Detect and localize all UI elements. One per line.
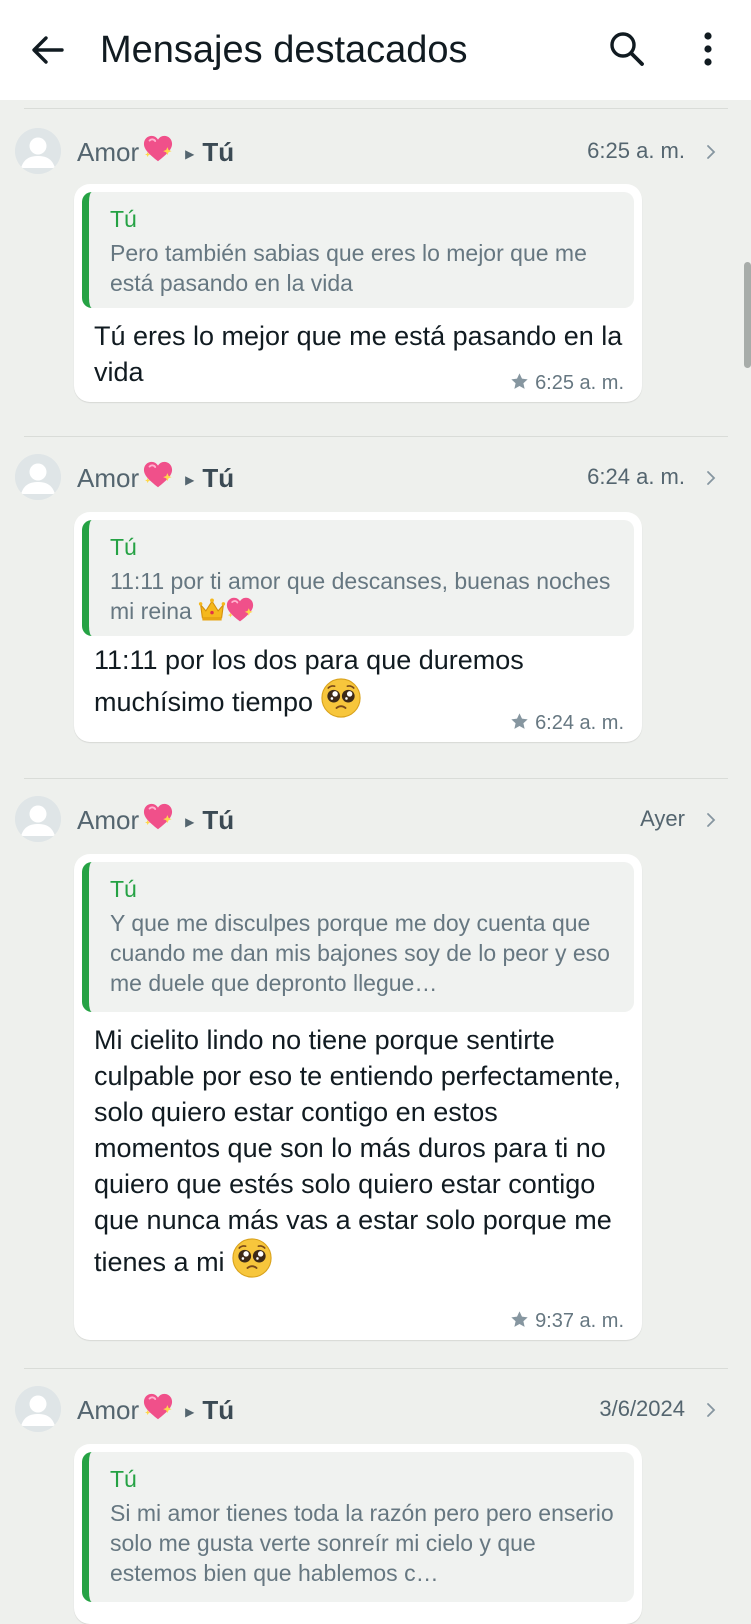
more-vertical-icon xyxy=(704,32,712,66)
quoted-message[interactable]: Tú 11:11 por ti amor que descanses, buen… xyxy=(82,520,634,636)
message-bubble[interactable]: Tú 11:11 por ti amor que descanses, buen… xyxy=(74,512,642,742)
starred-message-item[interactable]: Amor ▶ Tú 6:25 a. m. Tú Pero también sabia… xyxy=(0,108,751,428)
arrow-left-icon xyxy=(32,36,64,64)
message-text: Mi cielito lindo no tiene porque sentirt… xyxy=(94,1025,621,1277)
quote-author: Tú xyxy=(110,534,137,560)
quoted-message[interactable]: Tú Si mi amor tienes toda la razón pero … xyxy=(82,1452,634,1602)
quote-text: Y que me disculpes porque me doy cuenta … xyxy=(110,910,610,996)
recipient-name: Tú xyxy=(202,463,235,493)
chat-header: Amor ▶ Tú xyxy=(77,134,234,171)
starred-message-item[interactable]: Amor ▶ Tú Ayer Tú Y que me disculpes porqu… xyxy=(0,776,751,1366)
star-icon xyxy=(510,1310,529,1329)
message-bubble[interactable]: Tú Pero también sabias que eres lo mejor… xyxy=(74,184,642,402)
avatar[interactable] xyxy=(15,796,61,842)
message-time: 6:24 a. m. xyxy=(535,712,624,734)
pleading-face-icon xyxy=(232,1238,272,1278)
app-bar: Mensajes destacados xyxy=(0,0,751,100)
sparkling-heart-icon xyxy=(143,1392,173,1422)
sender-name: Amor xyxy=(77,805,140,835)
play-arrow-icon: ▶ xyxy=(185,147,195,161)
message-date: 3/6/2024 xyxy=(599,1396,685,1421)
message-meta: 6:25 a. m. xyxy=(510,370,624,396)
search-button[interactable] xyxy=(604,26,650,72)
message-meta: 9:37 a. m. xyxy=(510,1308,624,1334)
chevron-right-icon[interactable] xyxy=(705,812,717,828)
sender-name: Amor xyxy=(77,137,140,167)
starred-message-item[interactable]: Amor ▶ Tú 3/6/2024 Tú Si mi amor tienes to… xyxy=(0,1366,751,1624)
message-date: Ayer xyxy=(640,806,685,831)
quote-text: Si mi amor tienes toda la razón pero per… xyxy=(110,1500,614,1586)
quote-text: 11:11 por ti amor que descanses, buenas … xyxy=(110,568,611,624)
sparkling-heart-icon xyxy=(143,134,173,164)
pleading-face-icon xyxy=(321,678,361,718)
sparkling-heart-icon xyxy=(226,596,254,624)
chat-header: Amor ▶ Tú xyxy=(77,1392,234,1429)
quoted-message[interactable]: Tú Pero también sabias que eres lo mejor… xyxy=(82,192,634,308)
chevron-right-icon[interactable] xyxy=(705,470,717,486)
chat-header: Amor ▶ Tú xyxy=(77,460,234,497)
message-meta: 6:24 a. m. xyxy=(510,710,624,736)
recipient-name: Tú xyxy=(202,805,235,835)
quote-author: Tú xyxy=(110,1466,137,1492)
quote-author: Tú xyxy=(110,876,137,902)
page-title: Mensajes destacados xyxy=(100,29,468,71)
quote-text: Pero también sabias que eres lo mejor qu… xyxy=(110,240,587,296)
quoted-message[interactable]: Tú Y que me disculpes porque me doy cuen… xyxy=(82,862,634,1012)
starred-message-item[interactable]: Amor ▶ Tú 6:24 a. m. Tú 11:11 por ti amor … xyxy=(0,434,751,774)
sender-name: Amor xyxy=(77,1395,140,1425)
sparkling-heart-icon xyxy=(143,460,173,490)
star-icon xyxy=(510,712,529,731)
message-date: 6:24 a. m. xyxy=(587,464,685,489)
quote-text-container: 11:11 por ti amor que descanses, buenas … xyxy=(110,566,618,626)
more-options-button[interactable] xyxy=(688,26,728,72)
message-bubble[interactable]: Tú Si mi amor tienes toda la razón pero … xyxy=(74,1444,642,1624)
message-time: 6:25 a. m. xyxy=(535,372,624,394)
chevron-right-icon[interactable] xyxy=(705,144,717,160)
star-icon xyxy=(510,372,529,391)
back-button[interactable] xyxy=(26,28,70,72)
crown-icon xyxy=(198,596,226,624)
avatar[interactable] xyxy=(15,128,61,174)
quote-author: Tú xyxy=(110,206,137,232)
play-arrow-icon: ▶ xyxy=(185,815,195,829)
message-text-container: 11:11 por los dos para que duremos muchí… xyxy=(94,642,626,720)
play-arrow-icon: ▶ xyxy=(185,473,195,487)
chevron-right-icon[interactable] xyxy=(705,1402,717,1418)
play-arrow-icon: ▶ xyxy=(185,1405,195,1419)
message-text-container: Mi cielito lindo no tiene porque sentirt… xyxy=(94,1022,626,1280)
sparkling-heart-icon xyxy=(143,802,173,832)
avatar[interactable] xyxy=(15,1386,61,1432)
search-icon xyxy=(610,32,644,66)
message-date: 6:25 a. m. xyxy=(587,138,685,163)
message-time: 9:37 a. m. xyxy=(535,1310,624,1332)
recipient-name: Tú xyxy=(202,137,235,167)
avatar[interactable] xyxy=(15,454,61,500)
message-bubble[interactable]: Tú Y que me disculpes porque me doy cuen… xyxy=(74,854,642,1340)
message-text: 11:11 por los dos para que duremos muchí… xyxy=(94,645,524,717)
scrollbar[interactable] xyxy=(744,262,751,368)
sender-name: Amor xyxy=(77,463,140,493)
chat-header: Amor ▶ Tú xyxy=(77,802,234,839)
recipient-name: Tú xyxy=(202,1395,235,1425)
